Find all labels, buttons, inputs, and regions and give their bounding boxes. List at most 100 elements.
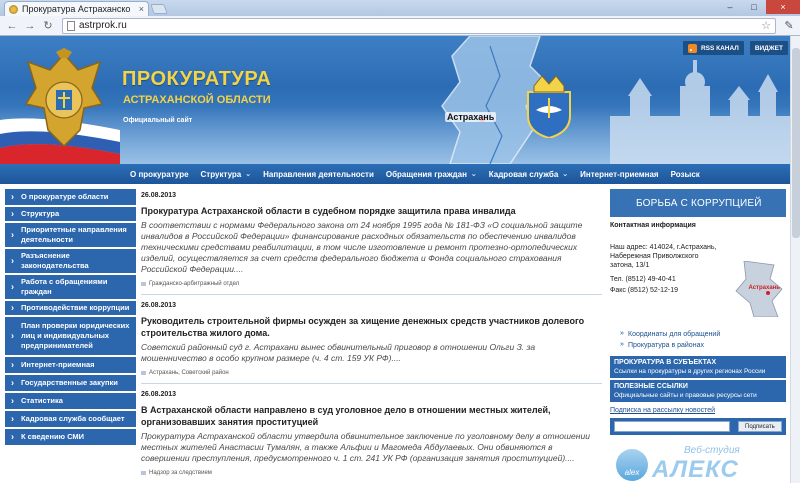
sidebar-item-procurement[interactable]: Государственные закупки	[5, 375, 136, 393]
header-links: RSS КАНАЛ ВИДЖЕТ	[682, 41, 788, 55]
right-column: БОРЬБА С КОРРУПЦИЕЙ Контактная информаци…	[610, 189, 786, 435]
scrollbar-thumb[interactable]	[792, 48, 800, 238]
districts-link[interactable]: Прокуратура в районах	[610, 341, 786, 349]
subjects-subtitle: Ссылки на прокуратуры в других регионах …	[614, 368, 766, 375]
news-title-link[interactable]: Прокуратура Астраханской области в судеб…	[141, 205, 602, 217]
tab-close-icon[interactable]: ×	[139, 4, 144, 14]
subscribe-button[interactable]: Подписать	[738, 421, 782, 432]
topnav-directions[interactable]: Направления деятельности	[257, 164, 380, 184]
subjects-box[interactable]: ПРОКУРАТУРА В СУБЪЕКТАХ Ссылки на прокур…	[610, 356, 786, 378]
useful-links-box[interactable]: ПОЛЕЗНЫЕ ССЫЛКИ Официальные сайты и прав…	[610, 380, 786, 402]
topnav-structure[interactable]: Структура ⌄	[195, 164, 258, 184]
topnav-hr[interactable]: Кадровая служба ⌄	[483, 164, 574, 184]
tab-title: Прокуратура Астраханско	[22, 4, 131, 14]
web-page: ПРОКУРАТУРА АСТРАХАНСКОЙ ОБЛАСТИ Официал…	[0, 36, 800, 483]
studio-logo-icon: alex	[616, 449, 648, 481]
address-bar[interactable]: astrprok.ru ☆	[62, 17, 776, 34]
topnav-appeals[interactable]: Обращения граждан ⌄	[380, 164, 483, 184]
sidebar-item-anticorruption[interactable]: Противодействие коррупции	[5, 301, 136, 317]
news-title-link[interactable]: Руководитель строительной фирмы осужден …	[141, 315, 602, 339]
page-scrollbar[interactable]	[790, 36, 800, 483]
studio-name: АЛЕКС	[652, 456, 739, 483]
news-date: 26.08.2013	[141, 391, 177, 398]
useful-links-title: ПОЛЕЗНЫЕ ССЫЛКИ	[614, 383, 688, 390]
sidebar-item-inspection-plan[interactable]: План проверки юридических лиц и индивиду…	[5, 317, 136, 357]
site-header: ПРОКУРАТУРА АСТРАХАНСКОЙ ОБЛАСТИ Официал…	[0, 36, 800, 164]
studio-logo-text: alex	[624, 468, 640, 477]
news-source-link[interactable]: Гражданско-арбитражный отдел	[141, 280, 602, 288]
sidebar-item-priorities[interactable]: Приоритетные направления деятельности	[5, 223, 136, 249]
sidebar-item-appeals[interactable]: Работа с обращениями граждан	[5, 275, 136, 301]
news-summary: В соответствии с нормами Федерального за…	[141, 220, 583, 274]
browser-tab-bar: Прокуратура Астраханско × – □ ×	[0, 0, 800, 16]
sidebar-item-media[interactable]: К сведению СМИ	[5, 429, 136, 447]
topnav-about[interactable]: О прокуратуре	[124, 164, 195, 184]
astrakhan-coat-of-arms-icon	[527, 75, 571, 138]
anticorruption-banner[interactable]: БОРЬБА С КОРРУПЦИЕЙ	[610, 189, 786, 217]
left-sidebar: О прокуратуре области Структура Приорите…	[5, 189, 136, 447]
studio-watermark: alex Веб-студия АЛЕКС	[616, 445, 786, 483]
browser-toolbar: ← → ↻ astrprok.ru ☆ ✎	[0, 16, 800, 36]
news-source-link[interactable]: Надзор за следствием	[141, 469, 602, 477]
city-label: Астрахань	[445, 112, 497, 122]
site-official-label: Официальный сайт	[123, 117, 193, 124]
contact-title: Контактная информация	[610, 222, 696, 229]
site-title: ПРОКУРАТУРА	[122, 68, 272, 90]
topnav-reception[interactable]: Интернет-приемная	[574, 164, 664, 184]
news-item: 26.08.2013 В Астраханской области направ…	[141, 388, 602, 477]
subscribe-form: Подписать	[610, 418, 786, 435]
url-text[interactable]: astrprok.ru	[79, 20, 761, 31]
back-arrow-icon[interactable]: ←	[4, 18, 20, 34]
region-map-label: Астрахань	[748, 285, 780, 291]
chevron-down-icon: ⌄	[245, 171, 252, 178]
close-window-button[interactable]: ×	[766, 0, 800, 14]
topnav-wanted[interactable]: Розыск	[665, 164, 706, 184]
reload-icon[interactable]: ↻	[40, 18, 56, 34]
news-divider	[141, 383, 602, 384]
rss-label: RSS КАНАЛ	[700, 44, 739, 52]
sidebar-item-about[interactable]: О прокуратуре области	[5, 189, 136, 207]
rss-icon	[687, 43, 697, 53]
window-controls: – □ ×	[718, 0, 800, 14]
news-divider	[141, 294, 602, 295]
site-subtitle: АСТРАХАНСКОЙ ОБЛАСТИ	[123, 94, 271, 106]
useful-links-subtitle: Официальные сайты и правовые ресурсы сет…	[614, 392, 757, 399]
contact-info: Наш адрес: 414024, г.Астрахань, Набережн…	[610, 243, 786, 317]
page-icon	[67, 20, 75, 31]
maximize-button[interactable]: □	[742, 0, 766, 14]
news-date: 26.08.2013	[141, 192, 177, 199]
chevron-down-icon: ⌄	[470, 171, 477, 178]
favicon-icon	[9, 4, 18, 14]
subscribe-email-input[interactable]	[614, 421, 730, 432]
new-tab-button[interactable]	[150, 4, 168, 14]
news-title-link[interactable]: В Астраханской области направлено в суд …	[141, 404, 602, 428]
news-summary: Прокуратура Астраханской области утверди…	[141, 431, 590, 463]
sidebar-item-legislation[interactable]: Разъяснение законодательства	[5, 249, 136, 275]
subjects-title: ПРОКУРАТУРА В СУБЪЕКТАХ	[614, 359, 717, 366]
top-navigation: О прокуратуре Структура ⌄ Направления дея…	[0, 164, 800, 184]
studio-caption: Веб-студия	[684, 445, 740, 456]
sidebar-item-structure[interactable]: Структура	[5, 207, 136, 223]
news-item: 26.08.2013 Прокуратура Астраханской обла…	[141, 189, 602, 295]
sidebar-item-reception[interactable]: Интернет-приемная	[5, 357, 136, 375]
wrench-icon[interactable]: ✎	[782, 19, 796, 32]
forward-arrow-icon[interactable]: →	[22, 18, 38, 34]
news-source-link[interactable]: Астрахань, Советский район	[141, 369, 602, 377]
chevron-down-icon: ⌄	[562, 171, 569, 178]
widget-link[interactable]: ВИДЖЕТ	[749, 41, 788, 55]
star-icon[interactable]: ☆	[761, 19, 771, 32]
kremlin-image	[610, 60, 790, 164]
minimize-button[interactable]: –	[718, 0, 742, 14]
news-date: 26.08.2013	[141, 302, 177, 309]
news-item: 26.08.2013 Руководитель строительной фир…	[141, 299, 602, 384]
contact-address: Наш адрес: 414024, г.Астрахань, Набережн…	[610, 244, 717, 269]
browser-tab[interactable]: Прокуратура Астраханско ×	[4, 1, 149, 16]
sidebar-item-statistics[interactable]: Статистика	[5, 393, 136, 411]
prosecutor-emblem-icon	[24, 48, 104, 148]
rss-link[interactable]: RSS КАНАЛ	[682, 41, 744, 55]
coordinates-link[interactable]: Координаты для обращений	[610, 330, 786, 338]
news-summary: Советский районный суд г. Астрахани выне…	[141, 342, 536, 363]
subscribe-link[interactable]: Подписка на рассылку новостей	[610, 407, 786, 414]
news-feed: 26.08.2013 Прокуратура Астраханской обла…	[141, 189, 602, 477]
sidebar-item-hr[interactable]: Кадровая служба сообщает	[5, 411, 136, 429]
